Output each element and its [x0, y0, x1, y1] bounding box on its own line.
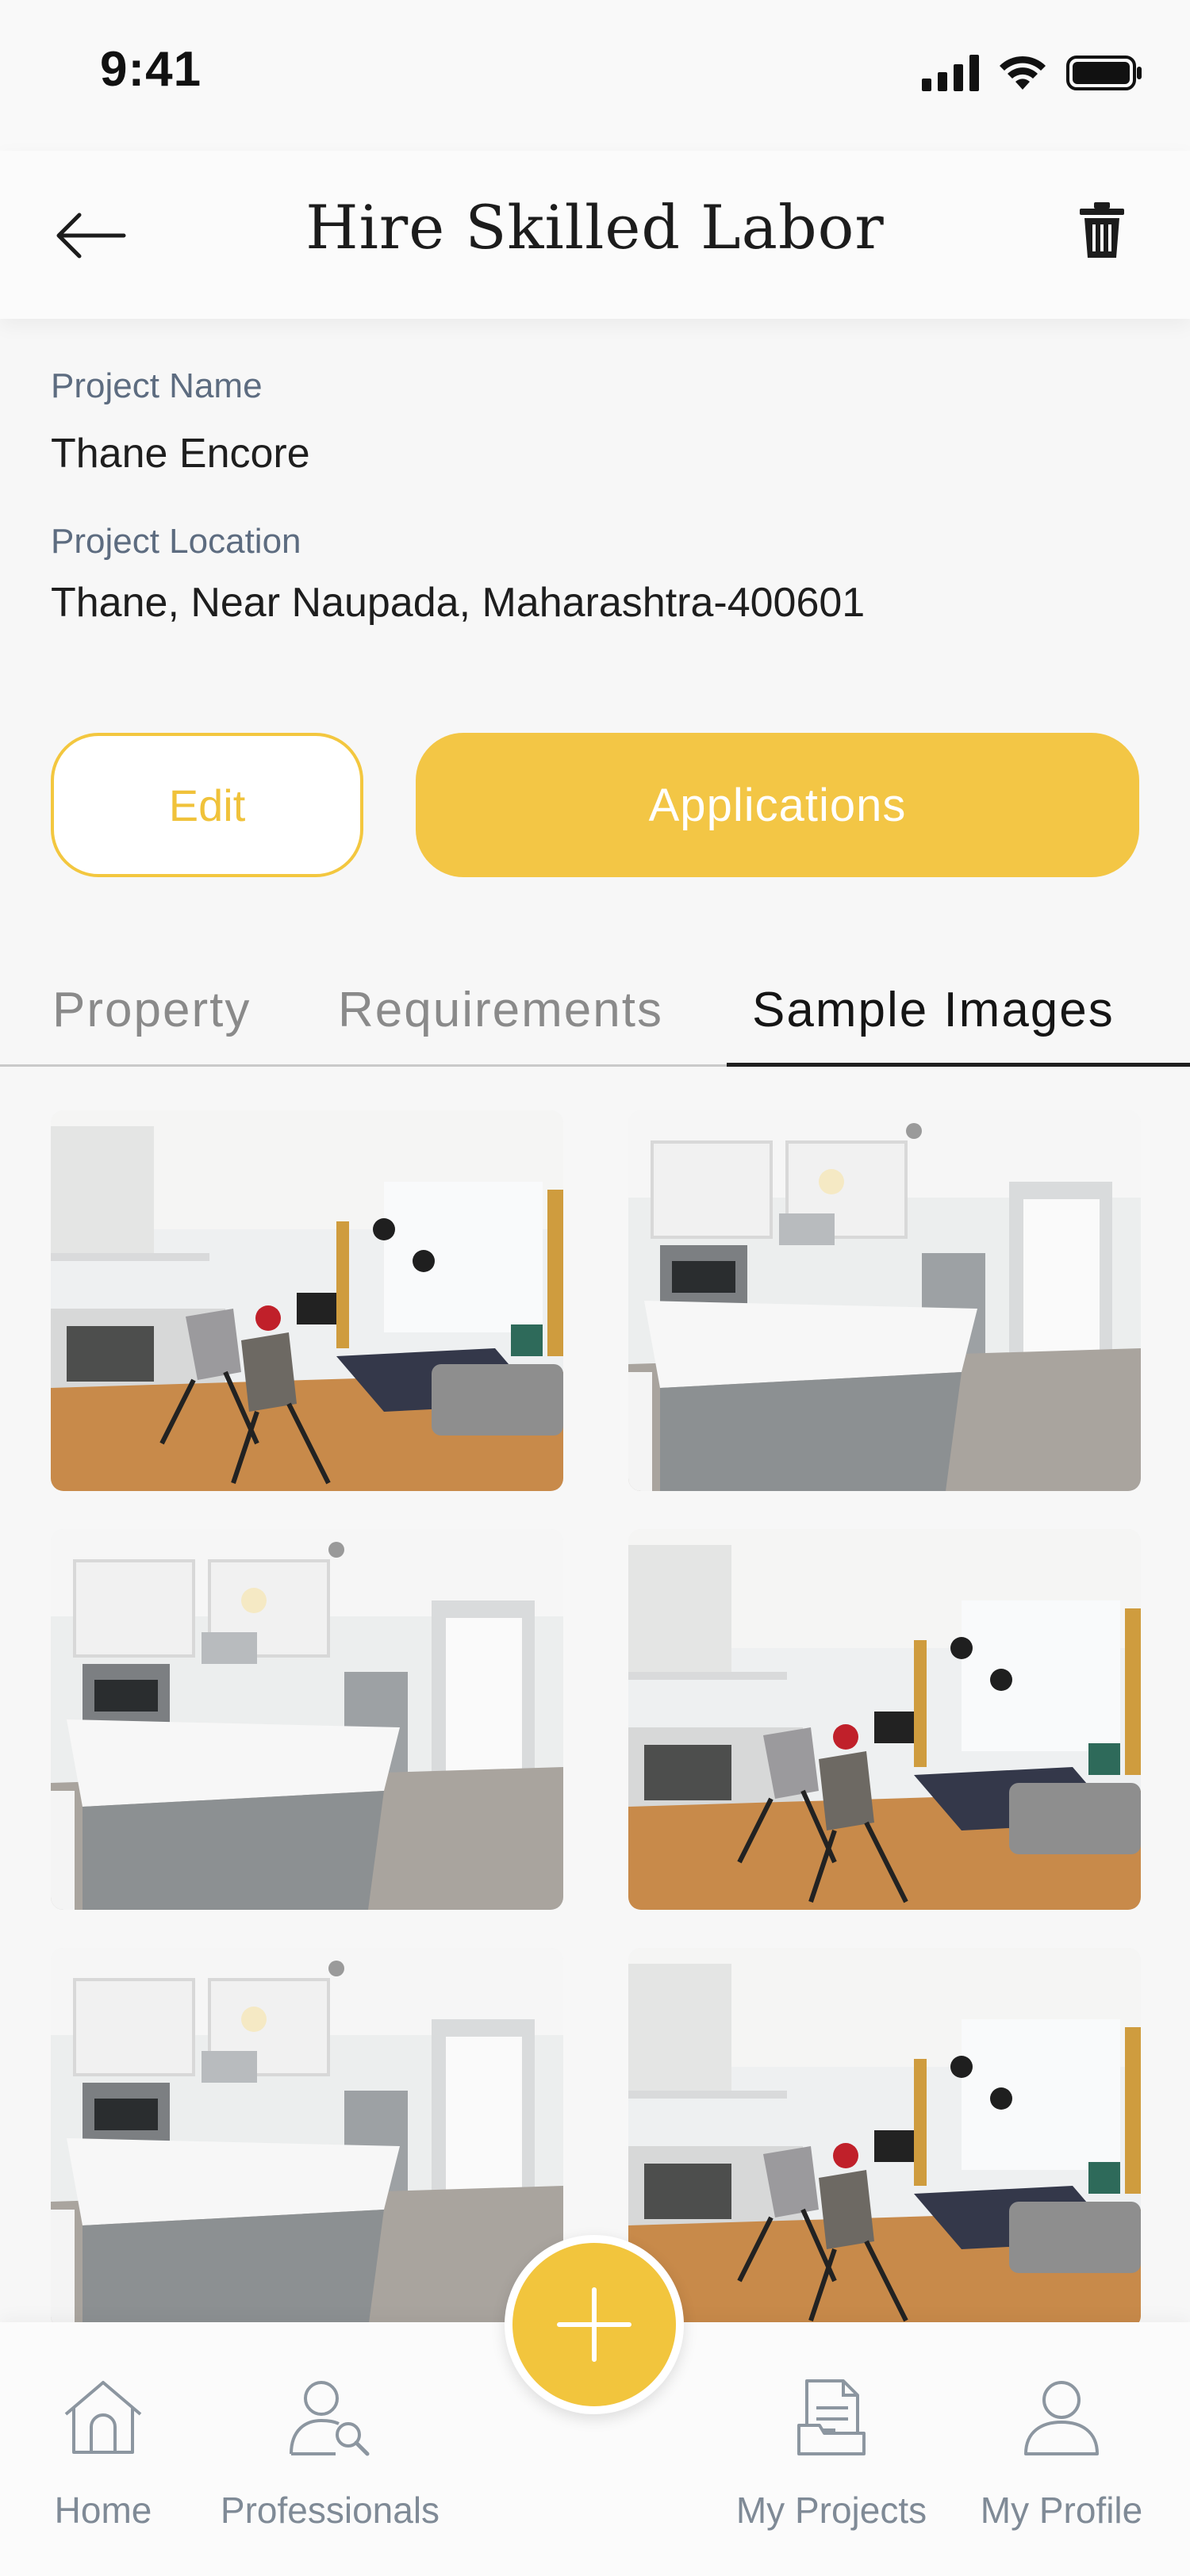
plus-icon: [557, 2287, 631, 2362]
sample-image-2[interactable]: [628, 1110, 1141, 1491]
sample-image-5[interactable]: [51, 1948, 563, 2329]
nav-my-profile[interactable]: My Profile: [965, 2322, 1158, 2576]
tab-bar: Property Requirements Sample Images: [0, 960, 1190, 1067]
project-name-value: Thane Encore: [51, 431, 310, 477]
profile-icon: [1024, 2381, 1099, 2455]
app-header: Hire Skilled Labor: [0, 151, 1190, 319]
nav-my-projects-label: My Projects: [735, 2490, 927, 2531]
sample-image-6[interactable]: [628, 1948, 1141, 2329]
sample-image-3[interactable]: [51, 1529, 563, 1910]
edit-button[interactable]: Edit: [51, 733, 363, 877]
sample-image-1[interactable]: [51, 1110, 563, 1491]
tab-property[interactable]: Property: [52, 982, 251, 1038]
status-bar: 9:41: [0, 0, 1190, 151]
status-time: 9:41: [100, 42, 202, 97]
nav-home-label: Home: [54, 2490, 152, 2531]
tab-active-indicator: [727, 1063, 1190, 1067]
delete-button[interactable]: [1066, 190, 1138, 270]
status-icons: [922, 49, 1142, 97]
nav-my-profile-label: My Profile: [980, 2490, 1143, 2531]
applications-button-label: Applications: [648, 779, 907, 831]
home-icon: [64, 2381, 142, 2454]
tab-sample-images[interactable]: Sample Images: [752, 982, 1115, 1038]
nav-my-projects[interactable]: My Projects: [730, 2322, 933, 2576]
add-fab-button[interactable]: [505, 2235, 684, 2414]
nav-home[interactable]: Home: [32, 2322, 175, 2576]
project-name-label: Project Name: [51, 366, 263, 405]
project-location-value: Thane, Near Naupada, Maharashtra-400601: [51, 580, 866, 626]
tab-requirements[interactable]: Requirements: [338, 982, 663, 1038]
signal-icon: [922, 55, 979, 91]
trash-icon: [1080, 202, 1124, 258]
battery-icon: [1066, 56, 1142, 90]
nav-professionals-label: Professionals: [220, 2490, 440, 2531]
sample-image-4[interactable]: [628, 1529, 1141, 1910]
project-location-label: Project Location: [51, 522, 301, 561]
wifi-icon: [1000, 56, 1046, 90]
professionals-icon: [290, 2381, 370, 2456]
projects-icon: [797, 2379, 866, 2455]
applications-button[interactable]: Applications: [416, 733, 1139, 877]
nav-professionals[interactable]: Professionals: [211, 2322, 449, 2576]
page-title: Hire Skilled Labor: [305, 192, 885, 263]
edit-button-label: Edit: [168, 780, 246, 830]
